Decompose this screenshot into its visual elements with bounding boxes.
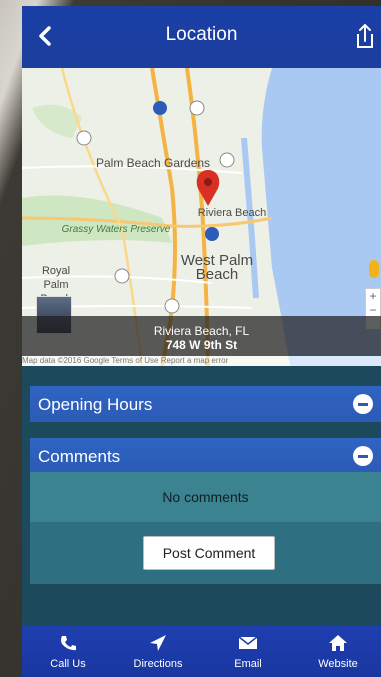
- address-city: Riviera Beach, FL: [153, 324, 250, 338]
- nav-website[interactable]: Website: [298, 626, 378, 677]
- opening-hours-panel[interactable]: Opening Hours: [30, 386, 381, 422]
- phone-icon: [61, 636, 76, 651]
- nav-directions-label: Directions: [133, 658, 183, 670]
- location-map[interactable]: Palm Beach Gardens Riviera Beach Grassy …: [22, 68, 381, 366]
- map-label-palm-beach-gardens: Palm Beach Gardens: [96, 156, 211, 170]
- share-icon: [357, 23, 373, 48]
- comments-body: No comments Post Comment: [30, 472, 381, 584]
- bottom-nav: Call Us Directions Email Website: [22, 626, 381, 677]
- share-button[interactable]: [353, 22, 377, 50]
- no-comments-text: No comments: [30, 472, 381, 522]
- nav-call-us[interactable]: Call Us: [28, 626, 108, 677]
- zoom-in-button[interactable]: +: [366, 289, 380, 303]
- post-comment-button[interactable]: Post Comment: [143, 536, 275, 570]
- nav-email[interactable]: Email: [208, 626, 288, 677]
- navigation-arrow-icon: [150, 635, 166, 651]
- location-details: Opening Hours Comments No comments Post …: [22, 366, 381, 626]
- nav-website-label: Website: [318, 658, 358, 670]
- envelope-icon: [238, 636, 258, 649]
- pegman-icon[interactable]: [369, 260, 379, 278]
- page-title: Location: [165, 24, 238, 45]
- map-label-grassy-waters: Grassy Waters Preserve: [61, 224, 171, 235]
- map-label-riviera-beach: Riviera Beach: [197, 207, 267, 219]
- zoom-out-button[interactable]: −: [366, 303, 380, 317]
- comments-label: Comments: [38, 447, 121, 466]
- home-icon: [329, 635, 347, 651]
- collapse-comments-icon[interactable]: [353, 446, 373, 466]
- map-address-caption: Riviera Beach, FL 748 W 9th St: [22, 316, 381, 356]
- app-screen: Location Palm Beach Gardens Riviera Beac…: [22, 6, 381, 677]
- map-label-west-palm-beach: West Palm Beach: [180, 252, 254, 283]
- nav-email-label: Email: [234, 658, 262, 670]
- opening-hours-label: Opening Hours: [38, 395, 153, 414]
- nav-directions[interactable]: Directions: [118, 626, 198, 677]
- address-street: 748 W 9th St: [165, 338, 238, 352]
- app-header: Location: [22, 6, 381, 68]
- collapse-opening-hours-icon[interactable]: [353, 394, 373, 414]
- comments-panel[interactable]: Comments: [30, 438, 381, 474]
- nav-call-us-label: Call Us: [50, 658, 86, 670]
- map-attribution: Map data ©2016 Google Terms of Use Repor…: [22, 356, 381, 366]
